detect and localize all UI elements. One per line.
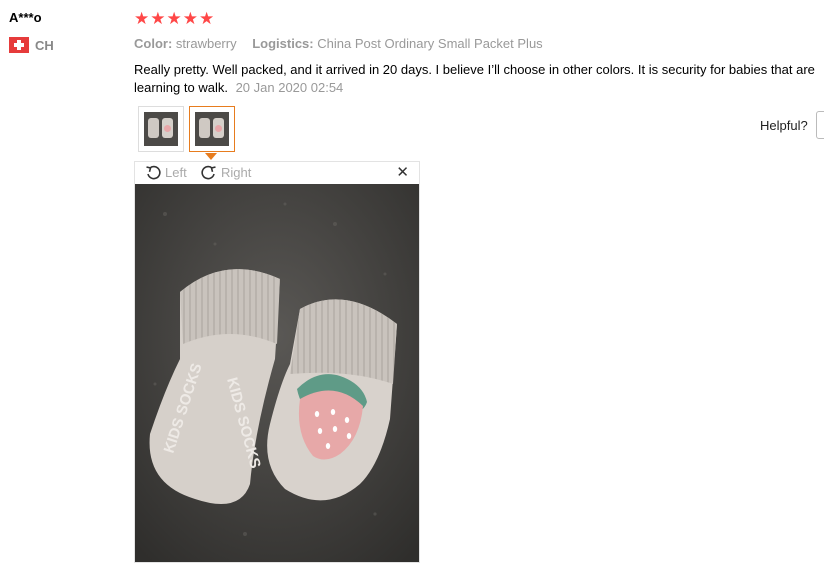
order-info: Color: strawberry Logistics: China Post … bbox=[134, 36, 555, 51]
review-body: Really pretty. Well packed, and it arriv… bbox=[134, 61, 822, 97]
star-icon: ★ bbox=[166, 9, 182, 28]
flag-icon bbox=[9, 37, 29, 53]
rotate-left-button[interactable]: Left bbox=[145, 164, 187, 180]
close-icon[interactable]: ✕ bbox=[396, 164, 409, 182]
review-date: 20 Jan 2020 02:54 bbox=[235, 80, 344, 95]
star-icon: ★ bbox=[134, 9, 150, 28]
rotate-right-icon bbox=[201, 165, 216, 180]
color-value: strawberry bbox=[175, 36, 237, 51]
reviewer-name: A***o bbox=[9, 10, 42, 25]
rotate-left-icon bbox=[146, 165, 161, 180]
socks-photo-illustration: KIDS SOCKS KIDS SOCKS bbox=[135, 184, 419, 562]
star-icon: ★ bbox=[199, 9, 215, 28]
star-rating: ★ ★ ★ ★ ★ bbox=[134, 10, 214, 28]
color-label: Color: bbox=[134, 36, 173, 51]
country-code: CH bbox=[35, 37, 54, 53]
logistics-value: China Post Ordinary Small Packet Plus bbox=[317, 36, 543, 51]
rotate-left-label: Left bbox=[165, 164, 187, 180]
rotate-right-label: Right bbox=[221, 164, 252, 180]
active-thumbnail-caret bbox=[205, 153, 217, 160]
rotate-right-button[interactable]: Right bbox=[201, 164, 251, 180]
star-icon: ★ bbox=[182, 9, 198, 28]
helpful-label: Helpful? bbox=[760, 118, 808, 133]
photo-viewer: Left Right ✕ KIDS SOCKS KIDS SOCKS bbox=[134, 161, 420, 563]
star-icon: ★ bbox=[150, 9, 166, 28]
helpful-button[interactable] bbox=[816, 111, 824, 139]
review-photo-thumbnail-1[interactable] bbox=[138, 106, 184, 152]
viewer-toolbar: Left Right ✕ bbox=[135, 162, 419, 184]
logistics-label: Logistics: bbox=[252, 36, 314, 51]
thumbnail-image bbox=[195, 112, 229, 146]
review-photo: KIDS SOCKS KIDS SOCKS bbox=[135, 184, 419, 562]
reviewer-country: CH bbox=[9, 37, 54, 53]
thumbnail-image bbox=[144, 112, 178, 146]
review-photo-thumbnail-2[interactable] bbox=[189, 106, 235, 152]
